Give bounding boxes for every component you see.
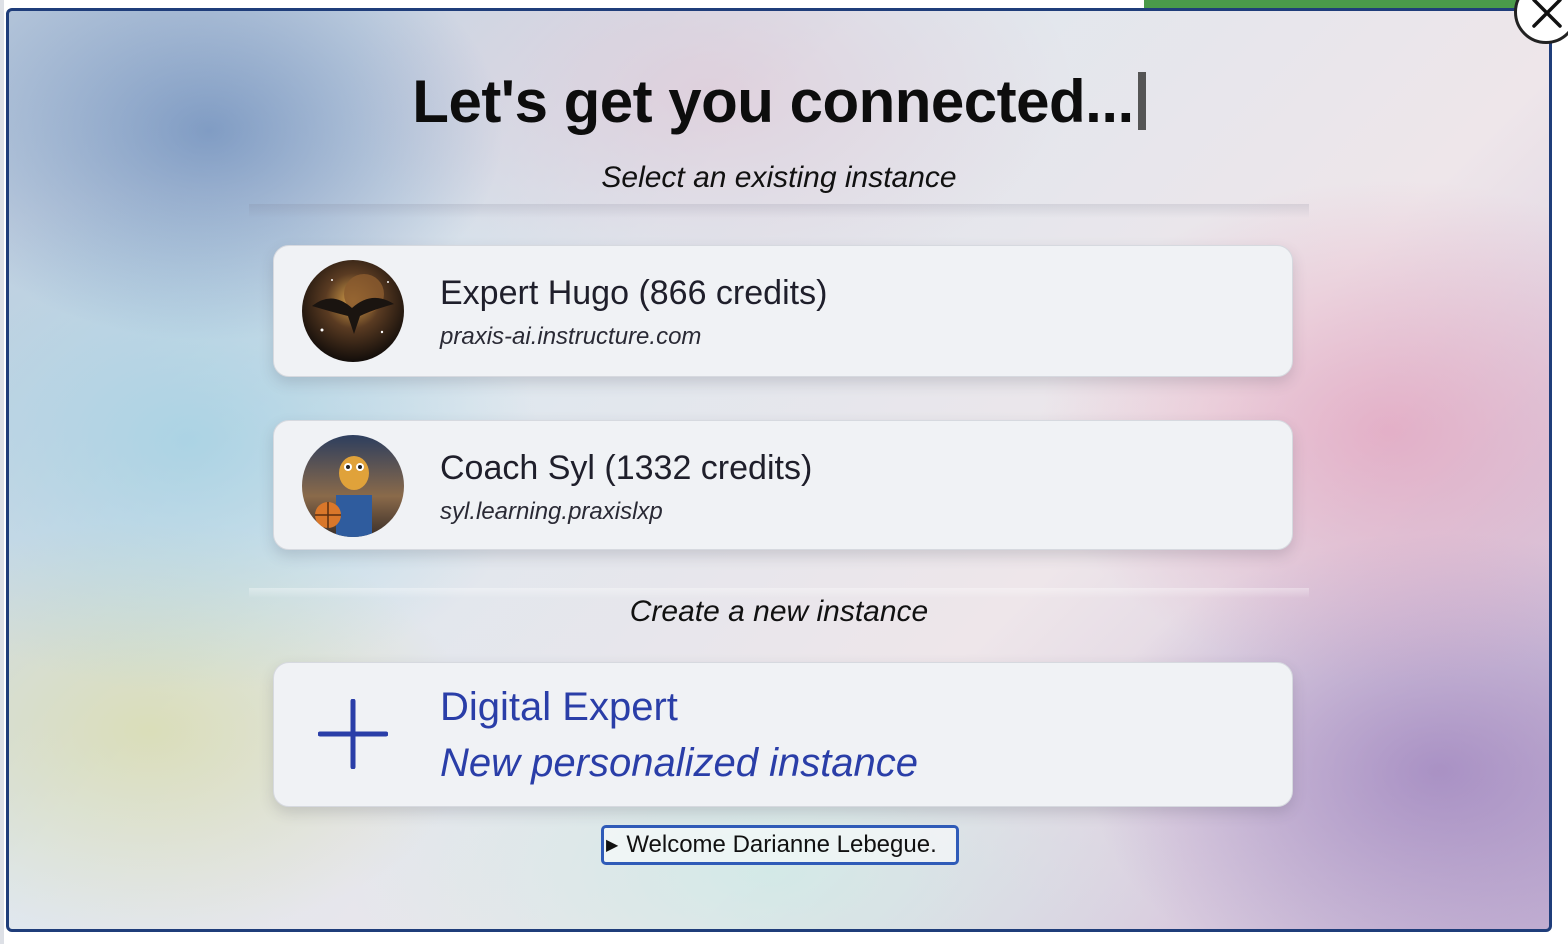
disclosure-triangle-icon: ▶	[606, 837, 619, 854]
connect-dialog: Let's get you connected... Select an exi…	[6, 8, 1552, 932]
dialog-title-text: Let's get you connected...	[412, 68, 1134, 135]
section-divider	[249, 204, 1309, 218]
typing-caret	[1137, 72, 1146, 130]
background-edge	[0, 0, 4, 944]
new-instance-title: Digital Expert	[440, 685, 678, 729]
close-icon	[1532, 0, 1562, 28]
instance-card-expert-hugo[interactable]: Expert Hugo (866 credits) praxis-ai.inst…	[273, 245, 1293, 377]
plus-icon	[317, 698, 389, 770]
new-instance-subtitle: New personalized instance	[440, 741, 919, 785]
create-instance-label: Create a new instance	[629, 595, 929, 628]
instance-card-coach-syl[interactable]: Coach Syl (1332 credits) syl.learning.pr…	[273, 420, 1293, 550]
existing-instance-label: Select an existing instance	[601, 161, 957, 194]
instance-name: Expert Hugo (866 credits)	[440, 274, 828, 312]
dialog-title: Let's get you connected...	[9, 67, 1549, 136]
coach-avatar-icon	[302, 435, 404, 537]
welcome-text: Welcome Darianne Lebegue.	[626, 831, 937, 858]
new-digital-expert-button[interactable]: Digital Expert New personalized instance	[273, 662, 1293, 807]
instance-domain: praxis-ai.instructure.com	[440, 323, 702, 350]
instance-domain: syl.learning.praxislxp	[440, 498, 663, 525]
welcome-disclosure[interactable]: ▶ Welcome Darianne Lebegue.	[601, 825, 959, 865]
eagle-avatar-icon	[302, 260, 404, 362]
instance-name: Coach Syl (1332 credits)	[440, 449, 813, 487]
